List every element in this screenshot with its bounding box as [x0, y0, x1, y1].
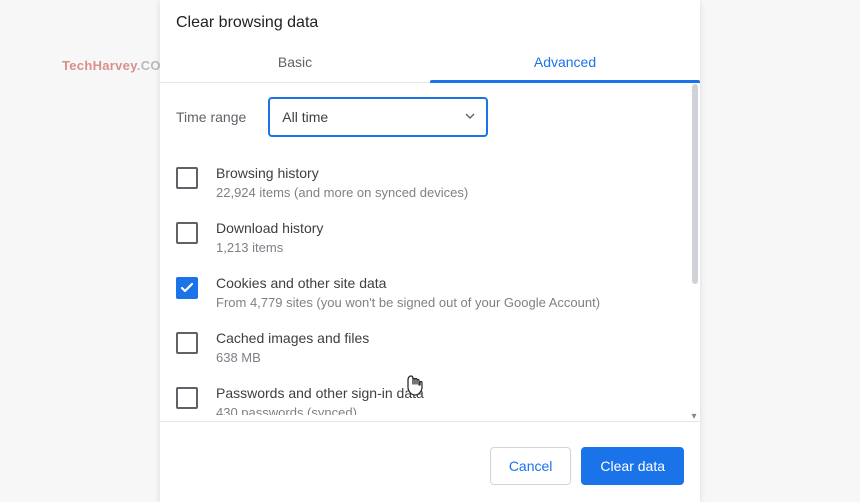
watermark: TechHarvey.COM [62, 58, 172, 73]
clear-browsing-data-dialog: Clear browsing data Basic Advanced Time … [160, 0, 700, 502]
tab-advanced[interactable]: Advanced [430, 44, 700, 82]
dialog-footer: Cancel Clear data [160, 430, 700, 502]
option-passwords[interactable]: Passwords and other sign-in data 430 pas… [160, 375, 700, 415]
option-subtitle: 1,213 items [216, 240, 323, 255]
option-title: Cookies and other site data [216, 275, 600, 291]
time-range-row: Time range All time [160, 83, 700, 151]
option-cached[interactable]: Cached images and files 638 MB [160, 320, 700, 375]
tabs: Basic Advanced [160, 44, 700, 83]
option-title: Cached images and files [216, 330, 369, 346]
option-title: Passwords and other sign-in data [216, 385, 424, 401]
option-title: Browsing history [216, 165, 468, 181]
option-cookies[interactable]: Cookies and other site data From 4,779 s… [160, 265, 700, 320]
checkbox[interactable] [176, 167, 198, 189]
scrollbar[interactable] [692, 84, 698, 414]
divider [160, 421, 700, 422]
time-range-label: Time range [176, 109, 246, 125]
option-subtitle: 22,924 items (and more on synced devices… [216, 185, 468, 200]
scroll-area: Time range All time Browsing history 22,… [160, 83, 700, 422]
option-download-history[interactable]: Download history 1,213 items [160, 210, 700, 265]
scrollbar-thumb[interactable] [692, 84, 698, 284]
tab-basic[interactable]: Basic [160, 44, 430, 82]
option-subtitle: 638 MB [216, 350, 369, 365]
cancel-button[interactable]: Cancel [490, 447, 572, 485]
checkbox[interactable] [176, 277, 198, 299]
time-range-select[interactable]: All time [268, 97, 488, 137]
cancel-label: Cancel [509, 458, 553, 474]
tab-basic-label: Basic [278, 54, 312, 70]
option-title: Download history [216, 220, 323, 236]
scroll-down-arrow-icon[interactable]: ▾ [689, 412, 699, 422]
option-subtitle: From 4,779 sites (you won't be signed ou… [216, 295, 600, 310]
clear-data-button[interactable]: Clear data [581, 447, 684, 485]
dialog-title: Clear browsing data [160, 0, 700, 44]
option-subtitle: 430 passwords (synced) [216, 405, 424, 415]
checkbox[interactable] [176, 332, 198, 354]
tab-advanced-label: Advanced [534, 54, 596, 70]
option-browsing-history[interactable]: Browsing history 22,924 items (and more … [160, 155, 700, 210]
clear-label: Clear data [600, 458, 665, 474]
watermark-brand: TechHarvey [62, 58, 137, 73]
caret-down-icon [464, 109, 476, 125]
checkbox[interactable] [176, 387, 198, 409]
time-range-value: All time [282, 109, 328, 125]
checkbox[interactable] [176, 222, 198, 244]
options-list: Browsing history 22,924 items (and more … [160, 151, 700, 415]
